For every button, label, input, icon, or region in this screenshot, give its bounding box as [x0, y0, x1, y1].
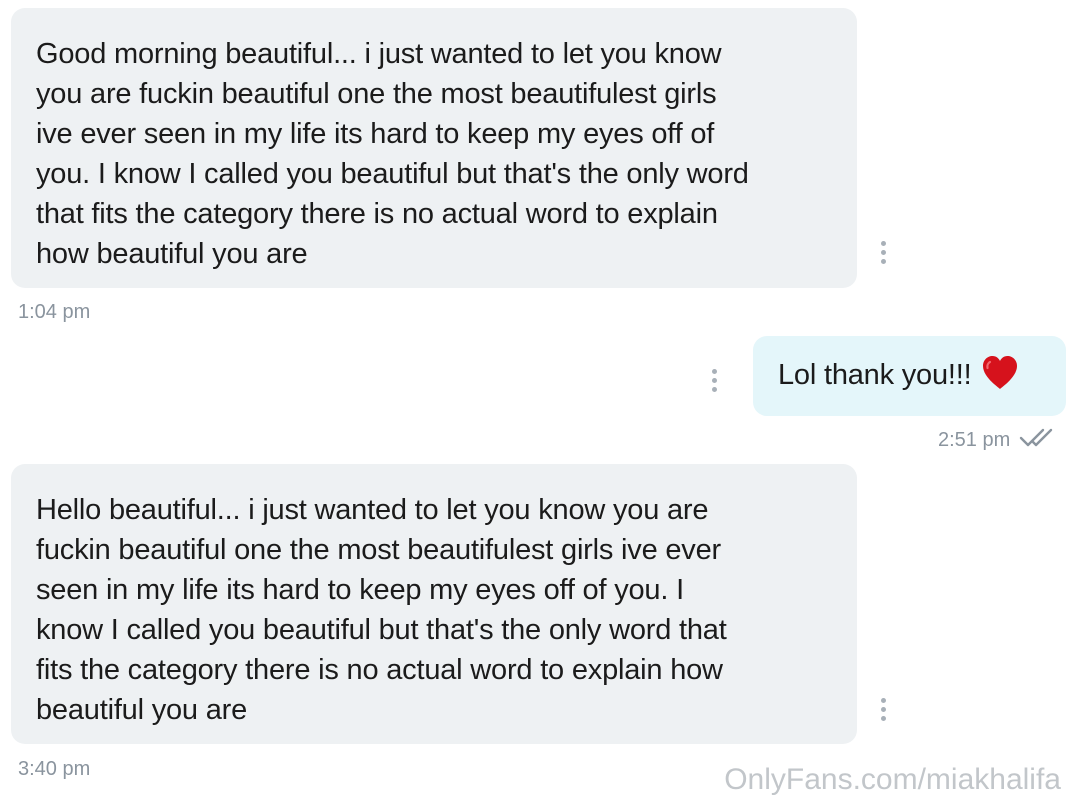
more-options-icon[interactable] — [878, 241, 888, 267]
message-timestamp: 1:04 pm — [18, 301, 91, 323]
incoming-message-bubble[interactable]: Hello beautiful... i just wanted to let … — [11, 464, 857, 744]
watermark-text: OnlyFans.com/miakhalifa — [724, 763, 1061, 796]
more-options-icon[interactable] — [709, 369, 719, 395]
incoming-message-bubble[interactable]: Good morning beautiful... i just wanted … — [11, 8, 857, 288]
double-check-icon — [1019, 428, 1053, 447]
message-timestamp: 3:40 pm — [18, 758, 91, 780]
outgoing-message-bubble[interactable]: Lol thank you!!! — [753, 336, 1066, 416]
message-text: Hello beautiful... i just wanted to let … — [36, 494, 727, 726]
message-text: Good morning beautiful... i just wanted … — [36, 38, 749, 270]
red-heart-icon — [982, 356, 1017, 389]
more-options-icon[interactable] — [878, 698, 888, 724]
message-text: Lol thank you!!! — [778, 359, 972, 391]
message-timestamp: 2:51 pm — [938, 429, 1011, 451]
